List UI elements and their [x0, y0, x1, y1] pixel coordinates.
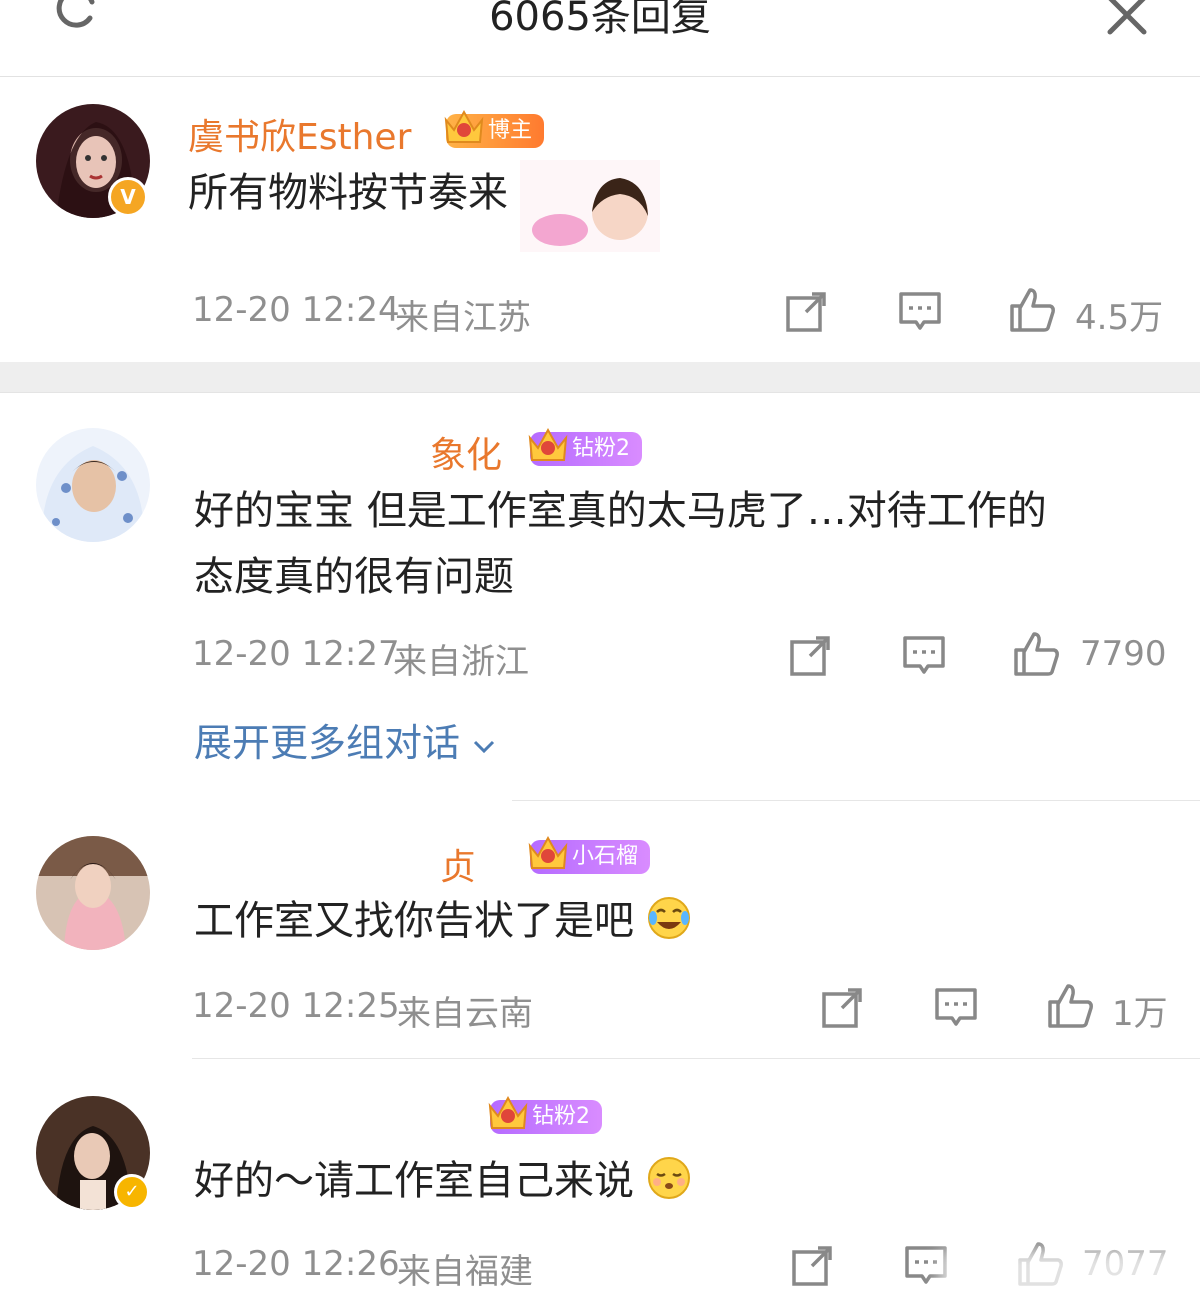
badge-label: 博主	[488, 118, 533, 143]
comment-location: 来自福建	[397, 1252, 533, 1292]
divider	[512, 800, 1200, 801]
smirk-emoji-icon	[647, 1157, 690, 1199]
like-icon[interactable]	[1012, 630, 1060, 678]
expand-label: 展开更多组对话	[194, 721, 461, 765]
sticker-image	[520, 160, 660, 252]
comment-location: 来自江苏	[395, 298, 531, 338]
comment-location: 来自浙江	[393, 642, 529, 682]
like-count: 4.5万	[1075, 298, 1164, 338]
fan-badge: 钻粉2	[488, 1095, 602, 1134]
verified-v-icon: ✓	[114, 1174, 150, 1210]
header-bar: 6065条回复	[0, 0, 1200, 77]
avatar[interactable]	[36, 836, 150, 950]
username[interactable]: 贞	[440, 838, 476, 890]
like-count: 1万	[1112, 994, 1168, 1034]
blogger-badge: 博主	[444, 109, 545, 148]
comment-text[interactable]: 工作室又找你告状了是吧	[194, 888, 691, 954]
like-icon[interactable]	[1008, 286, 1056, 334]
laugh-cry-emoji-icon	[647, 897, 690, 939]
fan-badge: 钻粉2	[528, 427, 642, 466]
comment-text[interactable]: 好的～请工作室自己来说	[194, 1148, 691, 1214]
crown-icon	[488, 1095, 528, 1129]
comment-time: 12-20 12:24	[192, 290, 400, 330]
watermark-mask	[940, 1250, 1200, 1304]
chevron-down-icon	[474, 740, 495, 753]
close-icon[interactable]	[1106, 0, 1148, 36]
share-icon[interactable]	[788, 634, 832, 678]
comment-location: 来自云南	[397, 994, 533, 1034]
name-mask	[180, 1096, 480, 1140]
crown-icon	[528, 427, 568, 461]
fan-badge: 小石榴	[528, 835, 651, 874]
comment-time: 12-20 12:27	[192, 634, 400, 674]
divider	[192, 1058, 1200, 1059]
avatar[interactable]	[36, 428, 150, 542]
comment-text[interactable]: 所有物料按节奏来	[188, 160, 508, 226]
badge-label: 钻粉2	[532, 1104, 590, 1129]
badge-label: 钻粉2	[572, 436, 630, 461]
section-separator	[0, 362, 1200, 393]
crown-icon	[528, 835, 568, 869]
username[interactable]: 象化	[430, 426, 502, 478]
comment-line: 好的宝宝 但是工作室真的太马虎了…对待工作的	[194, 488, 1047, 534]
comment-line: 态度真的很有问题	[194, 554, 514, 600]
share-icon[interactable]	[790, 1244, 834, 1288]
like-icon[interactable]	[1046, 982, 1094, 1030]
comment-time: 12-20 12:26	[192, 1244, 400, 1284]
expand-conversation-link[interactable]: 展开更多组对话	[194, 712, 496, 767]
badge-label: 小石榴	[572, 844, 639, 869]
comment-body: 工作室又找你告状了是吧	[194, 898, 634, 944]
reply-icon[interactable]	[934, 986, 978, 1030]
like-count: 7790	[1080, 634, 1167, 674]
crown-icon	[444, 109, 484, 143]
name-mask	[180, 408, 430, 468]
comment-time: 12-20 12:25	[192, 986, 400, 1026]
comment-body: 好的～请工作室自己来说	[194, 1158, 634, 1204]
reply-icon[interactable]	[898, 290, 942, 334]
comment-text[interactable]: 好的宝宝 但是工作室真的太马虎了…对待工作的 态度真的很有问题	[194, 478, 1047, 610]
username[interactable]: 虞书欣Esther	[188, 108, 411, 160]
share-icon[interactable]	[820, 986, 864, 1030]
share-icon[interactable]	[784, 290, 828, 334]
verified-v-icon: V	[108, 177, 148, 217]
page-title: 6065条回复	[489, 0, 711, 40]
reply-icon[interactable]	[902, 634, 946, 678]
